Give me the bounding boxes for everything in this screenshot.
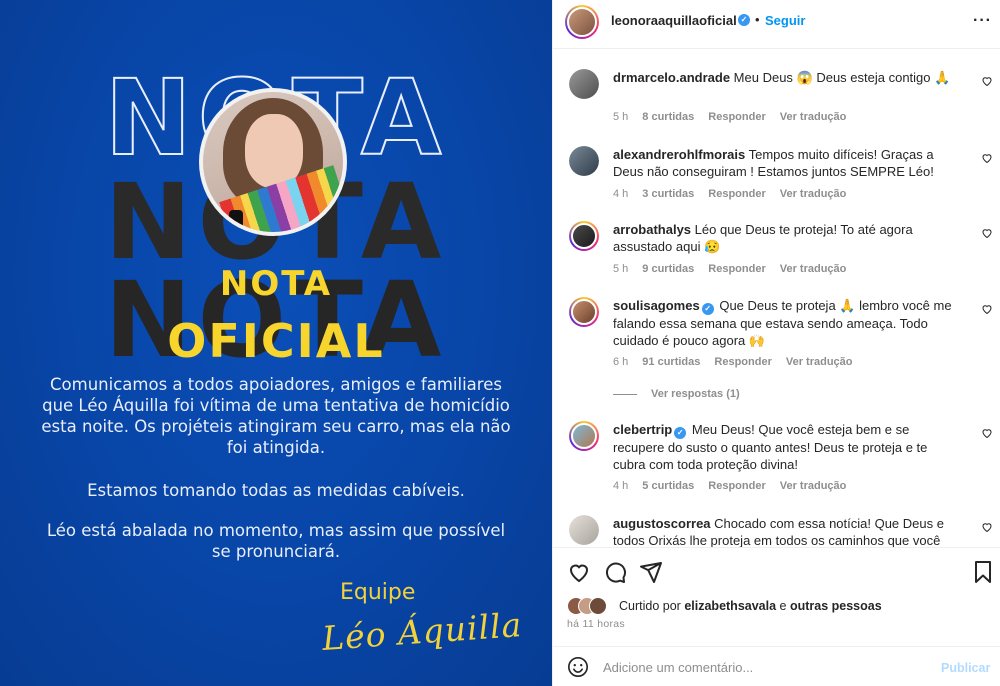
comment-text: Meu Deus 😱 Deus esteja contigo 🙏 [733,70,951,85]
comment-time: 6 h [613,356,629,368]
comment-likes[interactable]: 5 curtidas [642,480,694,492]
verified-icon: ✓ [738,14,750,26]
post-image[interactable]: NOTA NOTA NOTA NOTA OFICIAL Comunicamos … [0,0,552,686]
signature: Léo Áquilla [320,605,524,658]
comment-text-block: alexandrerohlfmorais Tempos muito difíce… [613,146,963,180]
liked-by-username[interactable]: elizabethsavala [684,599,776,613]
heart-icon[interactable] [981,521,993,533]
reply-button[interactable]: Responder [708,188,765,200]
post-header: leonoraaquillaoficial ✓ • Seguir ··· [553,0,1000,49]
notice-title-line2: OFICIAL [167,314,385,368]
comment-time: 4 h [613,480,629,492]
heart-icon[interactable] [981,152,993,164]
comment-username[interactable]: clebertrip [613,422,672,437]
comment-likes[interactable]: 91 curtidas [642,356,700,368]
comment-text-block: augustoscorrea Chocado com essa notícia!… [613,515,963,547]
comment-meta: 4 h 3 curtidas Responder Ver tradução [613,188,860,200]
translate-button[interactable]: Ver tradução [780,188,847,200]
team-label: Equipe [340,580,416,605]
header-username[interactable]: leonoraaquillaoficial [611,13,737,28]
comment-username[interactable]: arrobathalys [613,222,691,237]
comment-time: 4 h [613,188,629,200]
notice-statement: Estamos tomando todas as medidas cabívei… [87,481,465,500]
avatar[interactable] [569,221,599,251]
reply-button[interactable]: Responder [708,480,765,492]
comment-meta: 5 h 9 curtidas Responder Ver tradução [613,263,860,275]
comment-username[interactable]: drmarcelo.andrade [613,70,730,85]
avatar[interactable] [565,5,599,39]
likes-summary: Curtido por elizabethsavala e outras pes… [567,597,882,615]
heart-icon[interactable] [981,227,993,239]
emoji-icon[interactable] [567,656,589,678]
view-replies-button[interactable]: Ver respostas (1) [613,388,740,400]
translate-button[interactable]: Ver tradução [780,111,847,123]
comment-likes[interactable]: 9 curtidas [642,263,694,275]
notice-statement: Comunicamos a todos apoiadores, amigos e… [41,375,511,457]
avatar[interactable] [569,297,599,327]
notice-title-line1: NOTA [219,264,333,304]
comments-list[interactable]: drmarcelo.andrade Meu Deus 😱 Deus esteja… [553,49,1000,547]
comment-meta: 5 h 8 curtidas Responder Ver tradução [613,111,860,123]
avatar[interactable] [569,146,599,176]
comment-meta: 6 h 91 curtidas Responder Ver tradução [613,356,867,368]
publish-button[interactable]: Publicar [941,661,990,675]
translate-button[interactable]: Ver tradução [786,356,853,368]
bookmark-icon[interactable] [971,560,995,584]
verified-icon: ✓ [701,303,714,315]
comment-icon[interactable] [603,560,627,584]
replies-divider [613,393,637,395]
heart-icon[interactable] [981,427,993,439]
comment-text-block: arrobathalys Léo que Deus te proteja! To… [613,221,963,255]
translate-button[interactable]: Ver tradução [780,480,847,492]
comment-username[interactable]: augustoscorrea [613,516,711,531]
share-icon[interactable] [639,560,663,584]
comment-username[interactable]: soulisagomes [613,298,700,313]
post-actions: Curtido por elizabethsavala e outras pes… [553,547,1000,637]
verified-icon: ✓ [674,427,687,439]
heart-icon[interactable] [981,303,993,315]
post-time: há 11 horas [567,618,625,630]
liked-by-avatars[interactable] [567,597,615,615]
liked-by-others[interactable]: outras pessoas [790,599,882,613]
likes-connector: e [779,599,787,613]
reply-button[interactable]: Responder [708,263,765,275]
comment-likes[interactable]: 8 curtidas [642,111,694,123]
comment-likes[interactable]: 3 curtidas [642,188,694,200]
avatar[interactable] [569,515,599,545]
comment-input[interactable] [603,655,923,679]
comment-text-block: soulisagomes ✓ Que Deus te proteja 🙏 lemb… [613,297,963,349]
avatar[interactable] [569,69,599,99]
heart-icon[interactable] [567,560,591,584]
add-comment-bar: Publicar [553,646,1000,686]
comment-time: 5 h [613,111,629,123]
portrait-photo [199,88,347,236]
heart-icon[interactable] [981,75,993,87]
translate-button[interactable]: Ver tradução [780,263,847,275]
separator-dot: • [755,12,760,27]
more-icon[interactable]: ··· [973,12,992,30]
comment-username[interactable]: alexandrerohlfmorais [613,147,745,162]
avatar[interactable] [569,421,599,451]
likes-prefix: Curtido por [619,599,681,613]
follow-button[interactable]: Seguir [765,13,805,28]
reply-button[interactable]: Responder [708,111,765,123]
view-replies-label: Ver respostas (1) [651,388,740,400]
reply-button[interactable]: Responder [714,356,771,368]
comment-time: 5 h [613,263,629,275]
post-side-panel: leonoraaquillaoficial ✓ • Seguir ··· drm… [552,0,1000,686]
comment-text-block: clebertrip ✓ Meu Deus! Que você esteja be… [613,421,963,473]
comment-text-block: drmarcelo.andrade Meu Deus 😱 Deus esteja… [613,69,963,86]
notice-statement: Léo está abalada no momento, mas assim q… [46,521,506,561]
comment-meta: 4 h 5 curtidas Responder Ver tradução [613,480,860,492]
